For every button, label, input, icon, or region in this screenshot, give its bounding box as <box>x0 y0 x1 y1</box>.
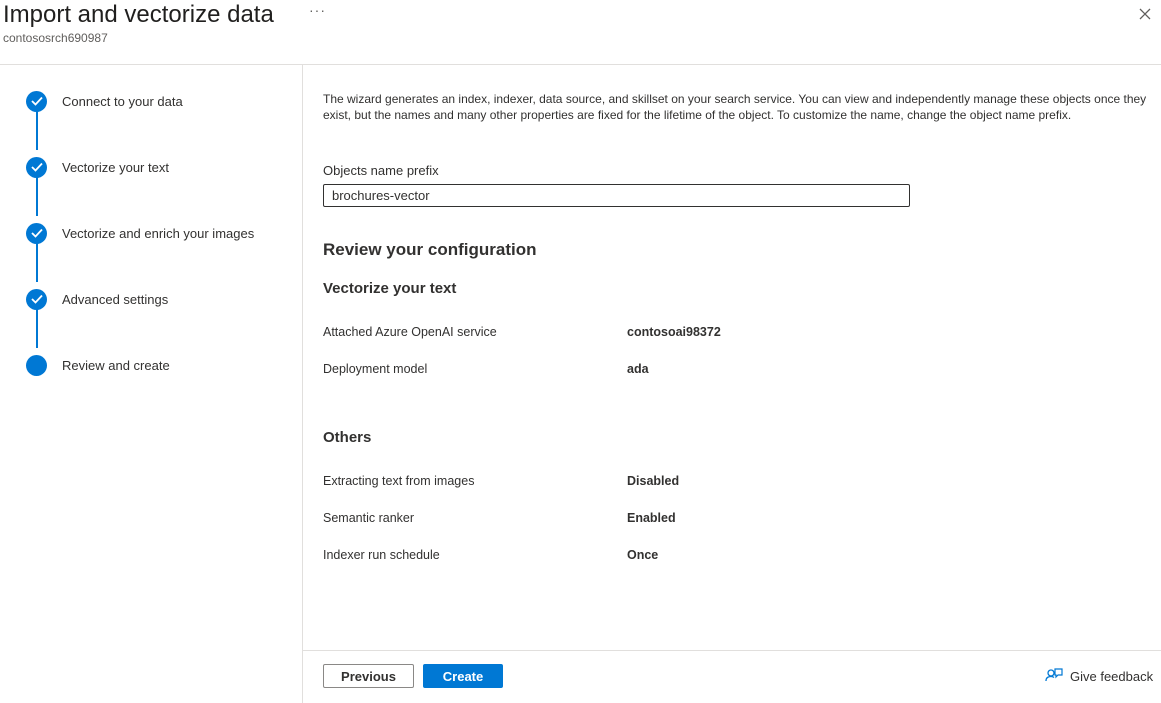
step-label: Vectorize and enrich your images <box>62 225 255 241</box>
give-feedback-button[interactable]: Give feedback <box>1045 667 1153 685</box>
config-label: Deployment model <box>323 362 428 376</box>
step-connect-data[interactable]: Connect to your data <box>26 90 183 112</box>
feedback-label: Give feedback <box>1070 668 1154 684</box>
checkmark-icon <box>26 222 47 244</box>
step-vectorize-images[interactable]: Vectorize and enrich your images <box>26 222 254 244</box>
create-button[interactable]: Create <box>423 664 503 688</box>
config-label: Extracting text from images <box>323 474 475 488</box>
step-label: Connect to your data <box>62 93 183 109</box>
config-value: Disabled <box>627 474 680 488</box>
section-heading: Others <box>323 429 372 446</box>
header-divider <box>0 64 1161 65</box>
config-label: Attached Azure OpenAI service <box>323 325 497 339</box>
step-label: Review and create <box>62 357 170 373</box>
config-value: ada <box>627 362 649 376</box>
checkmark-icon <box>26 90 47 112</box>
page-subtitle: contososrch690987 <box>3 31 108 45</box>
feedback-icon <box>1045 668 1063 682</box>
config-value: contosoai98372 <box>627 325 721 339</box>
footer-divider <box>303 650 1161 651</box>
section-heading: Vectorize your text <box>323 280 457 297</box>
checkmark-icon <box>26 156 47 178</box>
panel-divider <box>302 65 303 703</box>
step-advanced-settings[interactable]: Advanced settings <box>26 288 168 310</box>
step-connector <box>36 177 38 216</box>
page-title: Import and vectorize data <box>3 1 274 28</box>
wizard-page: Import and vectorize data ··· contososrc… <box>0 0 1161 703</box>
step-label: Vectorize your text <box>62 159 169 175</box>
prefix-input[interactable] <box>323 184 910 207</box>
config-value: Enabled <box>627 511 676 525</box>
checkmark-icon <box>26 288 47 310</box>
intro-text: The wizard generates an index, indexer, … <box>323 92 1147 122</box>
more-options-button[interactable]: ··· <box>309 2 326 18</box>
close-button[interactable] <box>1136 5 1154 23</box>
previous-button[interactable]: Previous <box>323 664 414 688</box>
review-heading: Review your configuration <box>323 240 537 259</box>
step-vectorize-text[interactable]: Vectorize your text <box>26 156 169 178</box>
current-step-icon <box>26 354 47 376</box>
step-connector <box>36 243 38 282</box>
config-label: Semantic ranker <box>323 511 415 525</box>
config-value: Once <box>627 548 659 562</box>
step-review-create[interactable]: Review and create <box>26 354 170 376</box>
prefix-label: Objects name prefix <box>323 163 439 178</box>
step-connector <box>36 309 38 348</box>
close-icon <box>1139 8 1151 20</box>
step-label: Advanced settings <box>62 291 169 307</box>
step-connector <box>36 111 38 150</box>
config-label: Indexer run schedule <box>323 548 440 562</box>
